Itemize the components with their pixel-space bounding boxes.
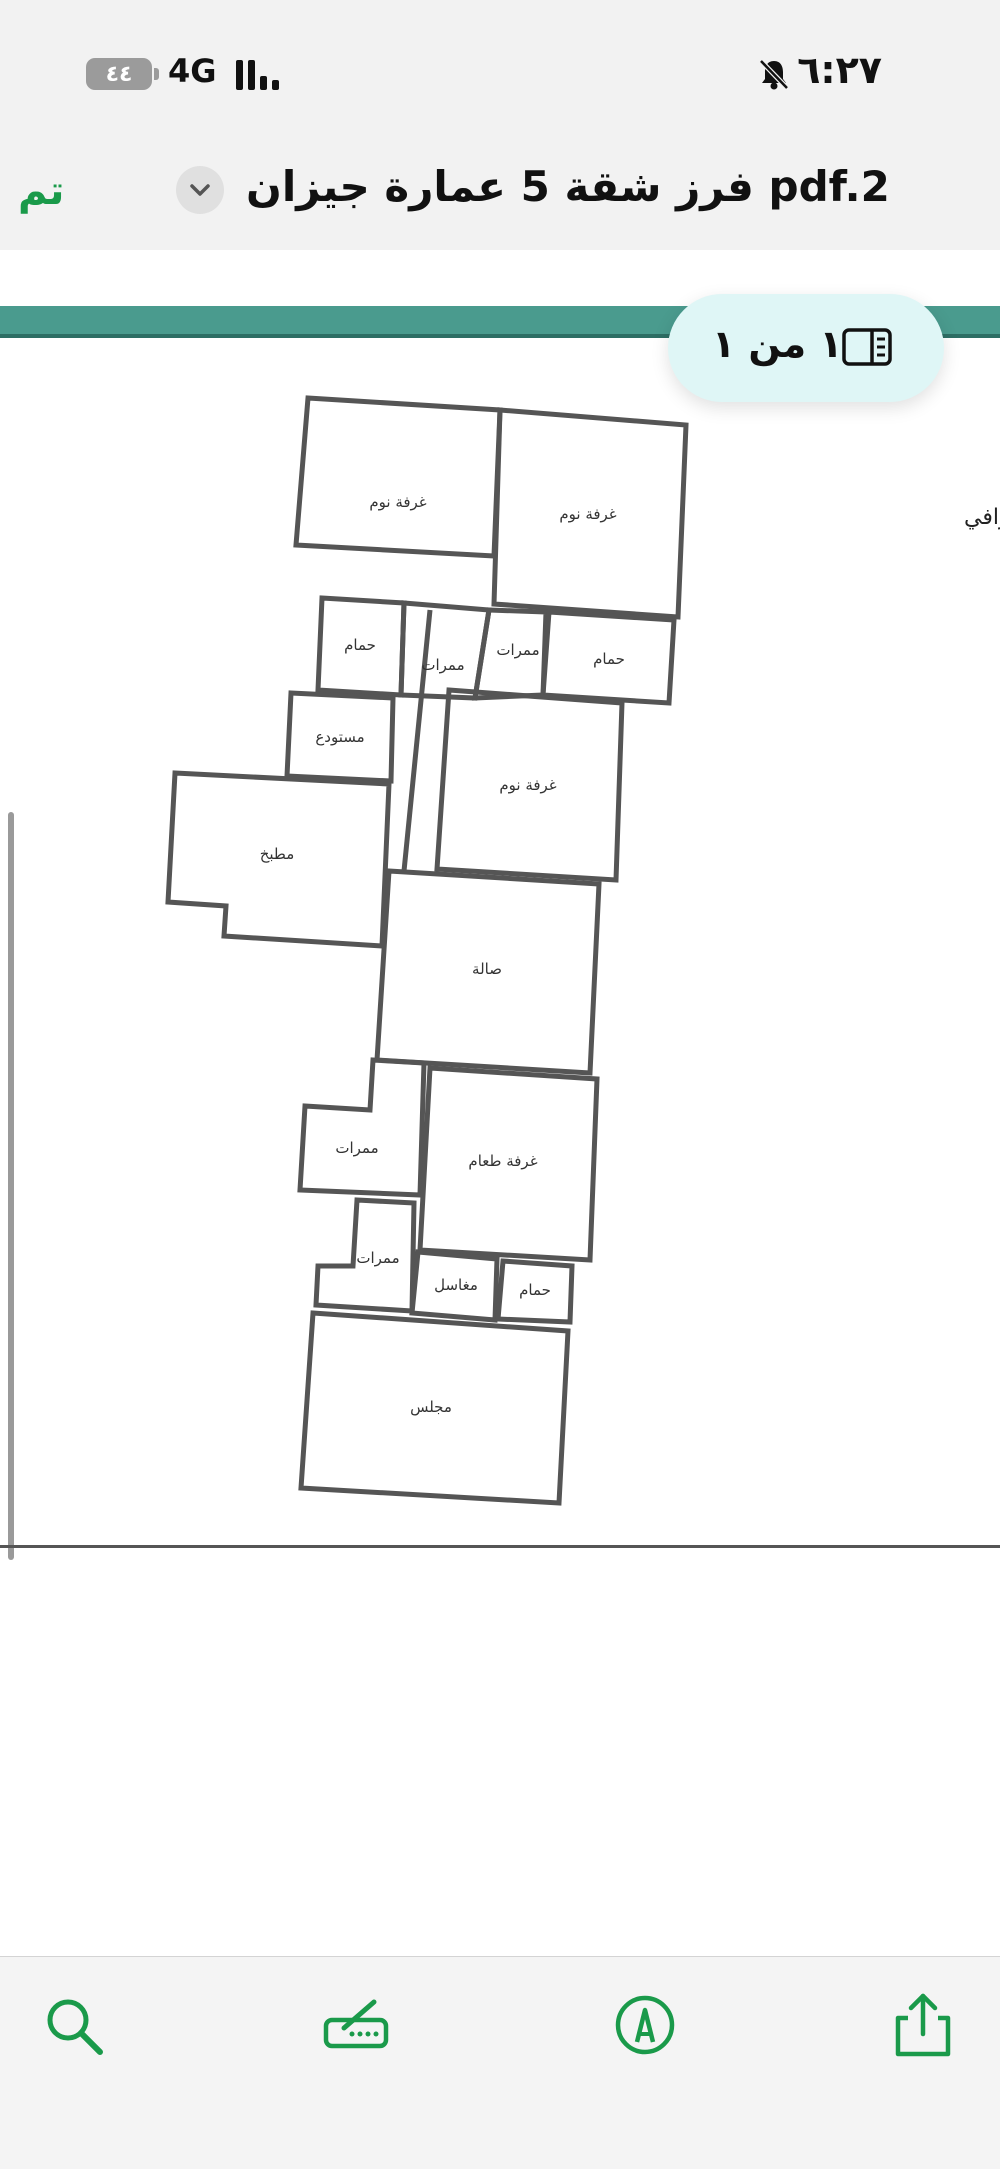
bottom-toolbar	[0, 1956, 1000, 2169]
share-icon[interactable]	[888, 1990, 958, 2060]
room-label-bedroom-2: غرفة نوم	[559, 505, 616, 523]
page-edge-text: رافي	[964, 505, 1000, 530]
room-label-bedroom-3: غرفة نوم	[499, 776, 556, 794]
room-label-storage: مستودع	[315, 728, 364, 746]
page-bottom-divider	[0, 1545, 1000, 1548]
title-menu-button[interactable]	[176, 166, 224, 214]
room-label-corridor-1: ممرات	[421, 656, 464, 674]
battery-tip	[154, 68, 159, 80]
bedroom-1-outline	[293, 395, 503, 559]
battery-level: ٤٤	[105, 61, 133, 87]
room-label-corridor-2: ممرات	[496, 641, 539, 659]
search-icon[interactable]	[38, 1990, 108, 2060]
pen-circle-icon[interactable]	[610, 1990, 680, 2060]
bell-slash-icon	[759, 59, 789, 90]
network-label: 4G	[168, 52, 217, 90]
room-label-bedroom-1: غرفة نوم	[369, 493, 426, 511]
room-label-corridor-4: ممرات	[356, 1249, 399, 1267]
page-indicator-label: ١ من ١	[712, 322, 843, 366]
done-button[interactable]: تم	[18, 168, 64, 214]
room-label-majlis: مجلس	[410, 1398, 452, 1416]
status-time: ٦:٢٧	[797, 48, 882, 92]
corridor-3-outline	[297, 1057, 427, 1198]
sidebar-icon	[842, 328, 892, 366]
room-label-bathroom-3: حمام	[519, 1281, 551, 1299]
signal-icon	[236, 58, 279, 90]
chevron-down-icon	[190, 184, 210, 196]
battery-indicator: ٤٤	[86, 58, 152, 90]
room-label-corridor-3: ممرات	[335, 1139, 378, 1157]
room-label-hall: صالة	[472, 960, 502, 978]
markup-icon[interactable]	[322, 1990, 392, 2060]
room-label-dining: غرفة طعام	[468, 1152, 537, 1170]
room-label-bathroom-1: حمام	[344, 636, 376, 654]
room-label-sinks: مغاسل	[434, 1276, 478, 1294]
floor-plan: غرفة نوم غرفة نوم حمام ممرات ممرات حمام …	[165, 395, 689, 1506]
room-label-bathroom-2: حمام	[593, 650, 625, 668]
room-label-kitchen: مطبخ	[260, 845, 295, 863]
document-title[interactable]: فرز شقة 5 عمارة جيزان pdf.2	[246, 162, 890, 211]
